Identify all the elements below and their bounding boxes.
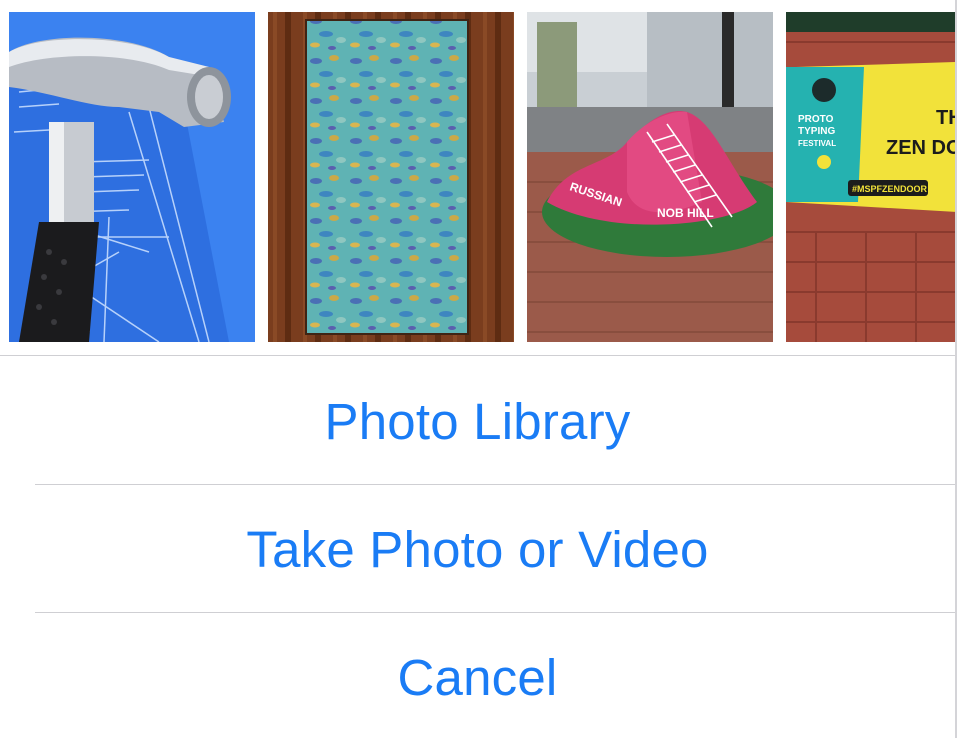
photo-thumbnail-poster[interactable]: PROTO TYPING FESTIVAL THE ZEN DO #MSPFZE… — [786, 12, 955, 342]
action-sheet: RUSSIAN NOB HILL PROTO TYPING FESTIVAL T… — [0, 0, 957, 738]
poster-text-festival: FESTIVAL — [798, 139, 836, 148]
poster-text-the: THE — [936, 107, 955, 129]
photo-library-button[interactable]: Photo Library — [0, 357, 955, 485]
poster-text-proto: PROTO — [798, 114, 834, 125]
poster-text-zen-door: ZEN DO — [886, 137, 955, 159]
photo-thumbnail-sculpture[interactable]: RUSSIAN NOB HILL — [527, 12, 773, 342]
poster-text-typing: TYPING — [798, 126, 835, 137]
photo-thumbnail-xcode[interactable] — [9, 12, 255, 342]
painting-image — [268, 12, 514, 342]
sculpture-label-nob-hill: NOB HILL — [657, 206, 714, 220]
poster-image: PROTO TYPING FESTIVAL THE ZEN DO #MSPFZE… — [786, 12, 955, 342]
sculpture-image: RUSSIAN NOB HILL — [527, 12, 773, 342]
poster-text-hashtag: #MSPFZENDOOR — [852, 184, 928, 194]
take-photo-or-video-button[interactable]: Take Photo or Video — [0, 485, 955, 613]
photo-strip-divider — [0, 355, 955, 356]
photo-thumbnail-painting[interactable] — [268, 12, 514, 342]
recent-photos-strip[interactable]: RUSSIAN NOB HILL PROTO TYPING FESTIVAL T… — [0, 0, 955, 356]
xcode-hammer-image — [9, 12, 255, 342]
cancel-button[interactable]: Cancel — [0, 613, 955, 738]
